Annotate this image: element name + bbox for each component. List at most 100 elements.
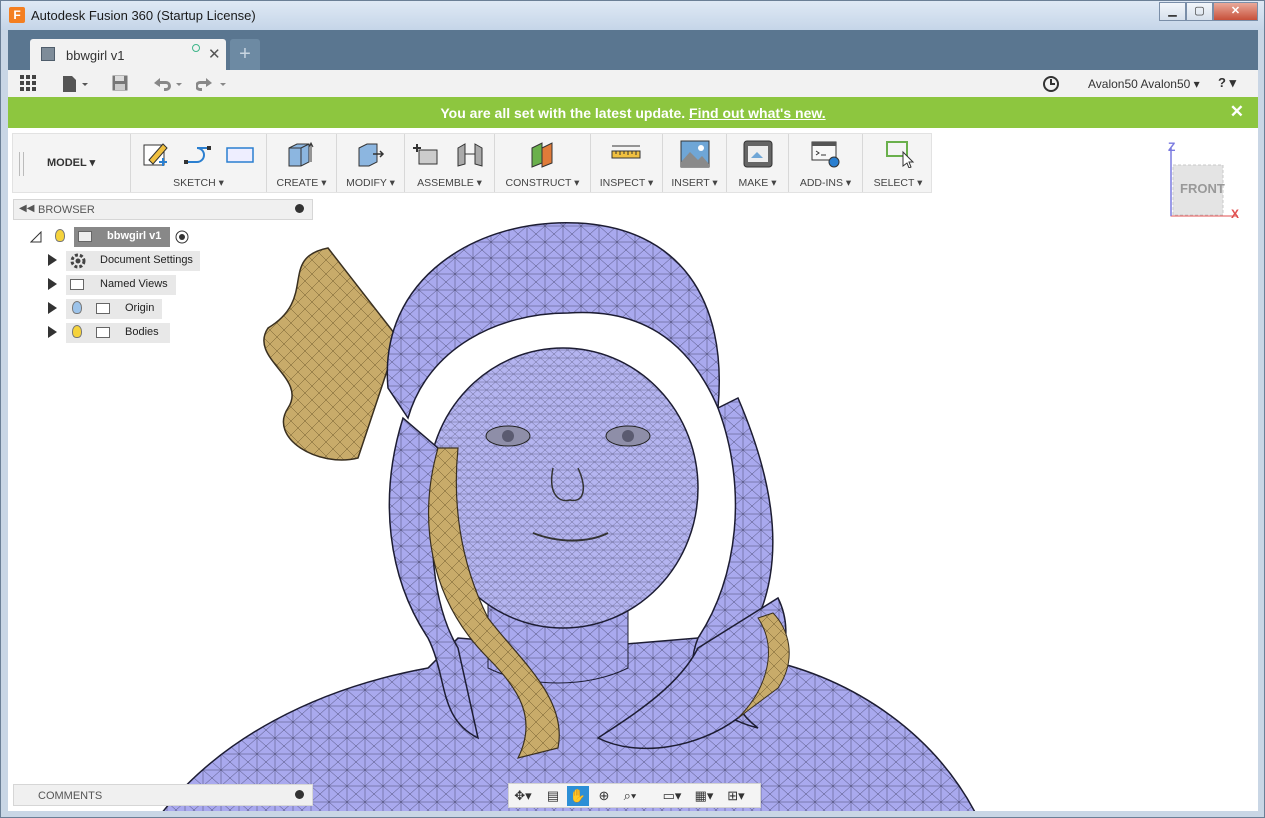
view-cube-front-face[interactable]: FRONT <box>1180 181 1225 196</box>
document-settings-label: Document Settings <box>100 254 193 266</box>
close-tab-icon[interactable]: ✕ <box>208 45 221 63</box>
3d-print-icon[interactable] <box>743 140 773 168</box>
select-menu-label[interactable]: SELECT ▾ <box>863 177 933 189</box>
browser-item-document-settings[interactable]: Document Settings <box>48 251 208 271</box>
create-menu-label[interactable]: CREATE ▾ <box>267 177 336 189</box>
construct-group[interactable]: CONSTRUCT ▾ <box>495 134 591 192</box>
modify-menu-label[interactable]: MODIFY ▾ <box>337 177 404 189</box>
update-banner-message: You are all set with the latest update. … <box>8 105 1258 121</box>
whats-new-link[interactable]: Find out what's new. <box>689 105 826 121</box>
undo-icon[interactable] <box>152 75 184 93</box>
browser-item-bodies[interactable]: Bodies <box>48 323 178 343</box>
joint-icon[interactable] <box>455 140 485 168</box>
browser-minimize-icon[interactable] <box>295 204 304 213</box>
named-views-label: Named Views <box>100 278 168 290</box>
browser-item-named-views[interactable]: Named Views <box>48 275 188 295</box>
navigation-bar: ✥▾ ▤ ✋ ⊕ ⌕▾ ▭▾ ▦▾ ⊞▾ <box>508 783 761 808</box>
sketch-line-icon[interactable] <box>183 140 213 168</box>
update-banner: You are all set with the latest update. … <box>8 97 1258 128</box>
scripts-addins-icon[interactable] <box>811 140 841 168</box>
minimize-button[interactable]: ▁ <box>1159 2 1186 21</box>
window-controls: ▁ ▢ ✕ <box>1159 2 1258 21</box>
new-component-icon[interactable] <box>413 140 443 168</box>
sketch-rectangle-icon[interactable] <box>225 140 255 168</box>
close-banner-icon[interactable]: ✕ <box>1230 102 1244 122</box>
fusion-app-icon: F <box>9 7 25 23</box>
viewport-canvas[interactable]: MODEL ▾ SKETCH ▾ CREATE ▾ MODIFY ▾ ASSEM… <box>8 128 1258 811</box>
viewports-icon[interactable]: ⊞▾ <box>725 786 747 806</box>
insert-menu-label[interactable]: INSERT ▾ <box>663 177 726 189</box>
browser-root-node[interactable]: bbwgirl v1 <box>30 227 200 247</box>
press-pull-icon[interactable] <box>355 140 385 168</box>
folder-icon <box>96 303 110 314</box>
select-group[interactable]: SELECT ▾ <box>863 134 933 192</box>
expand-triangle-icon[interactable] <box>48 278 57 290</box>
redo-icon[interactable] <box>196 75 228 93</box>
comments-title: COMMENTS <box>38 790 103 802</box>
expand-triangle-icon[interactable] <box>48 302 57 314</box>
display-settings-icon[interactable]: ▭▾ <box>661 786 683 806</box>
expand-triangle-icon[interactable] <box>48 254 57 266</box>
make-menu-label[interactable]: MAKE ▾ <box>727 177 788 189</box>
mesh-model-body[interactable] <box>158 218 1038 811</box>
construct-menu-label[interactable]: CONSTRUCT ▾ <box>495 177 590 189</box>
document-tab[interactable]: bbwgirl v1 ✕ <box>30 39 226 70</box>
data-panel-grid-icon[interactable] <box>20 75 37 92</box>
select-cursor-icon[interactable] <box>885 140 915 168</box>
view-cube[interactable]: Z X FRONT <box>1158 138 1248 223</box>
canvas-image-icon[interactable] <box>680 140 710 168</box>
visibility-bulb-icon[interactable] <box>72 301 82 314</box>
title-bar: F Autodesk Fusion 360 (Startup License) … <box>1 1 1264 30</box>
orbit-icon[interactable]: ✥▾ <box>512 786 534 806</box>
zoom-icon[interactable]: ⊕ <box>593 786 615 806</box>
activate-component-icon[interactable] <box>175 230 189 244</box>
gear-icon <box>70 253 86 269</box>
visibility-bulb-icon[interactable] <box>72 325 82 338</box>
document-tab-name: bbwgirl v1 <box>66 48 125 63</box>
app-window: F Autodesk Fusion 360 (Startup License) … <box>0 0 1265 818</box>
add-comment-icon[interactable] <box>295 790 304 799</box>
job-status-clock-icon[interactable] <box>1042 75 1060 93</box>
assemble-menu-label[interactable]: ASSEMBLE ▾ <box>405 177 494 189</box>
inspect-group[interactable]: INSPECT ▾ <box>591 134 663 192</box>
add-ins-menu-label[interactable]: ADD-INS ▾ <box>789 177 862 189</box>
user-account-menu[interactable]: Avalon50 Avalon50 ▾ <box>1088 77 1200 91</box>
look-at-icon[interactable]: ▤ <box>542 786 564 806</box>
help-menu[interactable]: ? ▾ <box>1218 75 1236 91</box>
add-ins-group[interactable]: ADD-INS ▾ <box>789 134 863 192</box>
browser-panel-header[interactable]: ◀◀ BROWSER <box>13 199 313 220</box>
fit-zoom-icon[interactable]: ⌕▾ <box>619 786 641 806</box>
insert-group[interactable]: INSERT ▾ <box>663 134 727 192</box>
inspect-menu-label[interactable]: INSPECT ▾ <box>591 177 662 189</box>
create-sketch-icon[interactable] <box>141 140 171 168</box>
design-cube-icon <box>41 47 55 61</box>
collapse-browser-icon[interactable]: ◀◀ <box>19 203 34 214</box>
comments-panel[interactable]: COMMENTS <box>13 784 313 806</box>
assemble-group[interactable]: ASSEMBLE ▾ <box>405 134 495 192</box>
folder-icon <box>70 279 84 290</box>
create-group[interactable]: CREATE ▾ <box>267 134 337 192</box>
close-window-button[interactable]: ✕ <box>1213 2 1258 21</box>
modify-group[interactable]: MODIFY ▾ <box>337 134 405 192</box>
grid-settings-icon[interactable]: ▦▾ <box>693 786 715 806</box>
offset-plane-icon[interactable] <box>528 140 558 168</box>
document-tab-strip: bbwgirl v1 ✕ + <box>8 30 1258 70</box>
sketch-menu-label[interactable]: SKETCH ▾ <box>131 177 266 189</box>
expand-triangle-icon[interactable] <box>48 326 57 338</box>
browser-item-origin[interactable]: Origin <box>48 299 178 319</box>
update-message-text: You are all set with the latest update. <box>440 105 686 121</box>
save-icon[interactable] <box>112 75 129 92</box>
pan-hand-icon[interactable]: ✋ <box>567 786 589 806</box>
quick-access-toolbar: Avalon50 Avalon50 ▾ ? ▾ <box>8 70 1258 98</box>
maximize-button[interactable]: ▢ <box>1186 2 1213 21</box>
make-group[interactable]: MAKE ▾ <box>727 134 789 192</box>
sketch-group[interactable]: SKETCH ▾ <box>131 134 267 192</box>
measure-ruler-icon[interactable] <box>611 140 641 168</box>
file-menu-icon[interactable] <box>62 75 90 93</box>
browser-title: BROWSER <box>38 204 95 216</box>
new-tab-button[interactable]: + <box>230 39 260 70</box>
autosave-status-icon <box>192 44 200 52</box>
extrude-icon[interactable] <box>285 140 315 168</box>
visibility-bulb-icon[interactable] <box>55 229 65 242</box>
expanded-triangle-icon[interactable] <box>30 231 42 243</box>
